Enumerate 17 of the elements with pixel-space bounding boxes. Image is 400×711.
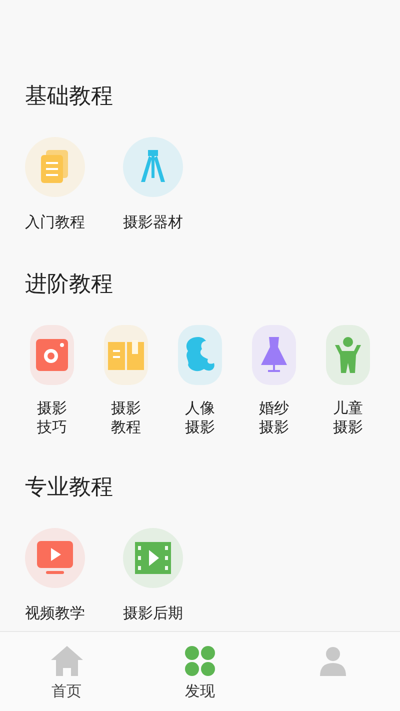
grid-icon bbox=[184, 646, 215, 676]
home-icon bbox=[50, 646, 83, 676]
nav-tab[interactable]: 首页 bbox=[0, 632, 134, 711]
section-title: 进阶教程 bbox=[25, 270, 114, 298]
tutorial-label[interactable]: 摄影器材 bbox=[123, 211, 183, 234]
tutorial-label[interactable]: 摄影技巧 bbox=[37, 398, 67, 436]
section-title: 基础教程 bbox=[25, 83, 114, 111]
tutorial-label[interactable]: 视频教学 bbox=[25, 602, 85, 624]
tutorial-label[interactable]: 儿童摄影 bbox=[333, 398, 363, 436]
tutorial-label[interactable]: 摄影教程 bbox=[111, 398, 141, 436]
tutorial-label[interactable]: 入门教程 bbox=[25, 211, 85, 234]
tutorial-label[interactable]: 婚纱摄影 bbox=[259, 398, 289, 436]
nav-tab[interactable]: 发现 bbox=[133, 632, 267, 711]
tutorial-label[interactable]: 摄影后期 bbox=[123, 602, 183, 624]
section-title: 专业教程 bbox=[25, 474, 114, 502]
tutorial-label[interactable]: 人像摄影 bbox=[185, 398, 215, 436]
person-icon bbox=[318, 646, 348, 676]
